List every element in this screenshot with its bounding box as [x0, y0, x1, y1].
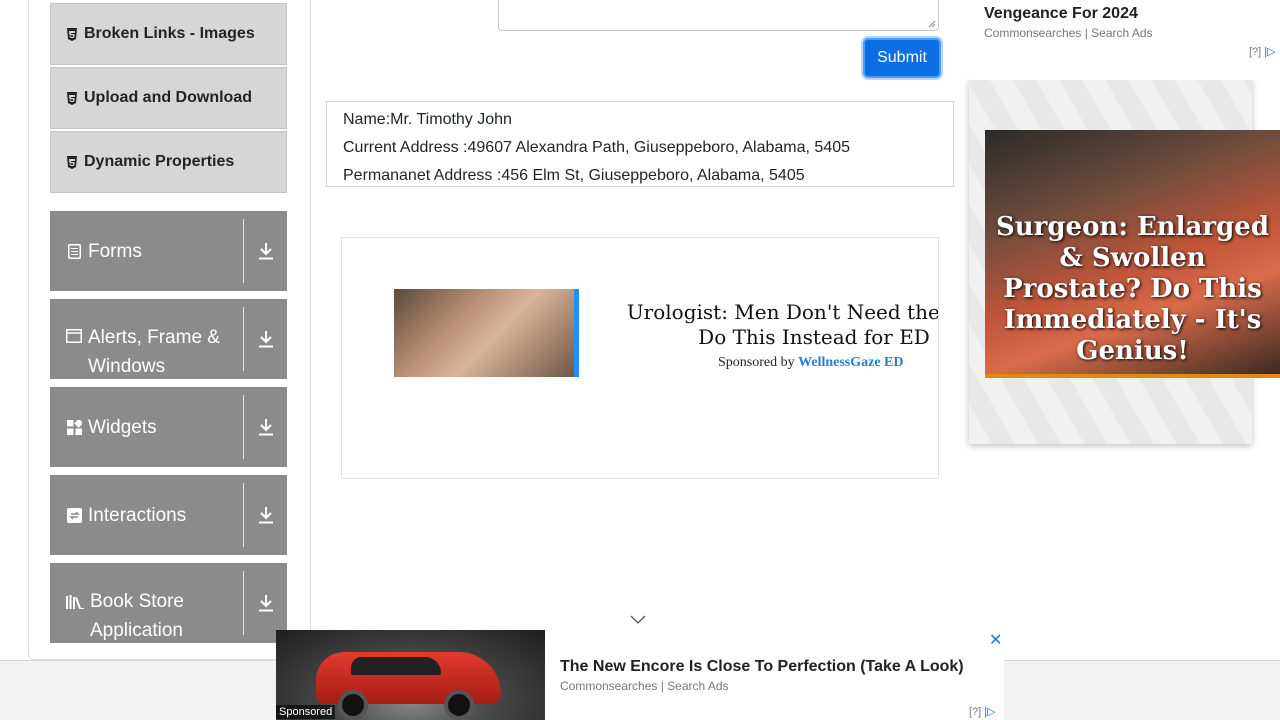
group-forms[interactable]: Forms — [50, 211, 287, 291]
right-ad-source: Commonsearches | Search Ads — [984, 26, 1153, 40]
bottom-ad-headline[interactable]: The New Encore Is Close To Perfection (T… — [560, 658, 964, 676]
sidebar-item-label: Upload and Download — [84, 89, 252, 106]
ad-sponsor[interactable]: Sponsored by WellnessGaze ED — [718, 355, 904, 371]
ad-info-icon[interactable]: [?] |▷ — [969, 705, 996, 718]
group-book-store[interactable]: Book Store Application — [50, 563, 287, 643]
chevron-down-icon[interactable] — [630, 612, 646, 630]
html5-icon — [65, 27, 79, 41]
output-permanent-address: Permananet Address :456 Elm St, Giuseppe… — [343, 167, 805, 184]
output-current-address: Current Address :49607 Alexandra Path, G… — [343, 139, 851, 156]
resize-handle-icon[interactable] — [928, 20, 936, 28]
car-wheel — [444, 690, 474, 720]
car-window — [351, 657, 441, 675]
ad-headline[interactable]: Urologist: Men Don't Need the "Blue Do T… — [604, 300, 938, 350]
group-alerts[interactable]: Alerts, Frame & Windows — [50, 299, 287, 379]
sidebar-item-label: Broken Links - Images — [84, 25, 255, 42]
interactions-icon — [66, 507, 82, 523]
ad-image[interactable] — [394, 289, 579, 377]
right-image-ad[interactable]: Surgeon: Enlarged & Swollen Prostate? Do… — [985, 130, 1280, 378]
group-header[interactable]: Book Store Application — [50, 563, 243, 643]
output-box: Name:Mr. Timothy John Current Address :4… — [326, 101, 954, 187]
group-widgets[interactable]: Widgets — [50, 387, 287, 467]
group-header[interactable]: Forms — [50, 211, 243, 291]
close-icon[interactable]: ✕ — [989, 630, 1002, 650]
widgets-icon — [66, 419, 82, 435]
group-label: Alerts, Frame & Windows — [88, 327, 220, 377]
download-icon[interactable] — [244, 299, 287, 379]
download-icon[interactable] — [244, 475, 287, 555]
submit-button[interactable]: Submit — [863, 38, 941, 78]
sidebar-item-label: Dynamic Properties — [84, 153, 235, 170]
close-icon[interactable]: ✕ — [1268, 130, 1279, 146]
output-name: Name:Mr. Timothy John — [343, 111, 512, 128]
document-icon — [66, 243, 82, 259]
ad-info-icon[interactable]: [?] |▷ — [1249, 45, 1276, 58]
permanent-address-textarea[interactable] — [498, 0, 939, 31]
books-icon — [66, 595, 84, 609]
group-label: Widgets — [88, 416, 157, 438]
group-header[interactable]: Alerts, Frame & Windows — [50, 299, 243, 379]
sponsored-tag: Sponsored — [276, 705, 336, 719]
page: Broken Links - Images Upload and Downloa… — [0, 0, 1280, 720]
right-text-ad[interactable]: Vengeance For 2024 Commonsearches | Sear… — [969, 0, 1280, 80]
sidebar-item-dynamic-properties[interactable]: Dynamic Properties — [50, 131, 287, 193]
group-label: Forms — [88, 240, 142, 262]
download-icon[interactable] — [244, 387, 287, 467]
bottom-ad-source: Commonsearches | Search Ads — [560, 679, 729, 693]
group-label: Book Store Application — [90, 591, 184, 641]
sidebar-item-upload-download[interactable]: Upload and Download — [50, 67, 287, 129]
download-icon[interactable] — [244, 211, 287, 291]
group-interactions[interactable]: Interactions — [50, 475, 287, 555]
right-image-ad-text: Surgeon: Enlarged & Swollen Prostate? Do… — [995, 212, 1270, 366]
window-icon — [66, 329, 82, 343]
group-header[interactable]: Widgets — [50, 387, 243, 467]
bottom-ad[interactable]: Sponsored The New Encore Is Close To Per… — [276, 630, 1004, 720]
html5-icon — [65, 155, 79, 169]
right-ad-headline[interactable]: Vengeance For 2024 — [984, 5, 1138, 23]
group-label: Interactions — [88, 504, 187, 526]
car-wheel — [338, 690, 368, 720]
html5-icon — [65, 91, 79, 105]
native-ad[interactable]: Urologist: Men Don't Need the "Blue Do T… — [341, 237, 939, 479]
group-header[interactable]: Interactions — [50, 475, 243, 555]
car-image[interactable]: Sponsored — [276, 630, 545, 720]
sidebar-item-broken-links[interactable]: Broken Links - Images — [50, 3, 287, 65]
